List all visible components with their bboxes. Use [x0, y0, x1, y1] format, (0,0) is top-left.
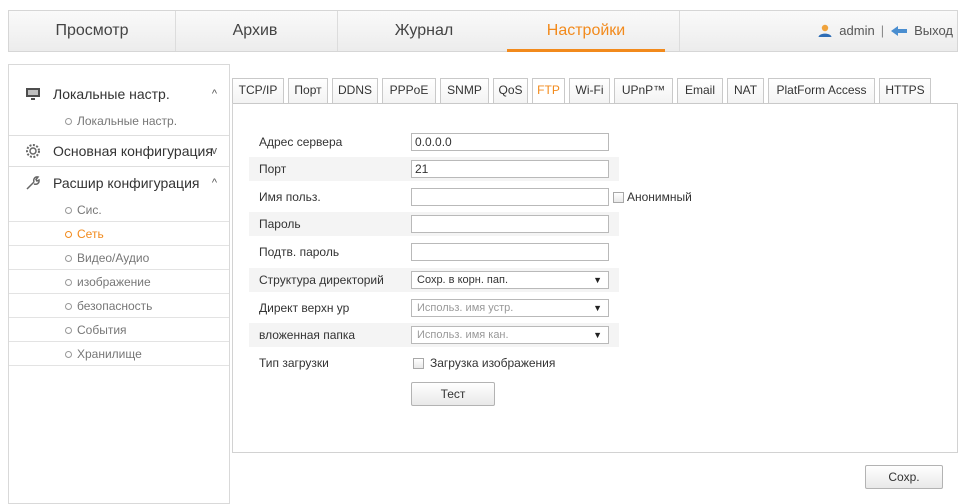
dropdown-arrow-icon: ▼	[593, 330, 602, 340]
upload-picture-checkbox[interactable]	[413, 358, 424, 369]
top-nav-bar: Просмотр Архив Журнал Настройки admin | …	[8, 10, 958, 52]
sidebar-item-security[interactable]: безопасность	[9, 294, 229, 318]
tab-https[interactable]: HTTPS	[879, 78, 931, 103]
child-dir-label: вложенная папка	[259, 328, 356, 342]
form-row-server-address: Адрес сервера	[249, 130, 619, 154]
parent-dir-value: Использ. имя устр.	[417, 302, 514, 314]
nav-tab-live-view[interactable]: Просмотр	[9, 11, 175, 51]
password-input[interactable]	[411, 215, 609, 233]
confirm-password-label: Подтв. пароль	[259, 245, 340, 259]
upload-picture-label: Загрузка изображения	[430, 356, 556, 370]
monitor-icon	[26, 88, 40, 100]
tab-pppoe[interactable]: PPPoE	[382, 78, 436, 103]
anonymous-label: Анонимный	[627, 190, 692, 204]
logout-link[interactable]: Выход	[914, 11, 953, 51]
nav-divider	[337, 11, 338, 51]
chevron-up-icon: ^	[211, 177, 217, 189]
sidebar-section-local[interactable]: Локальные настр. ^	[9, 79, 229, 109]
tab-upnp[interactable]: UPnP™	[614, 78, 673, 103]
user-icon	[818, 24, 832, 37]
sidebar-item-local-config[interactable]: Локальные настр.	[9, 109, 229, 133]
sidebar-section-basic-label: Основная конфигурация	[53, 143, 213, 159]
parent-dir-select[interactable]: Использ. имя устр. ▼	[411, 299, 609, 317]
dir-structure-select[interactable]: Сохр. в корн. пап. ▼	[411, 271, 609, 289]
sidebar-item-storage[interactable]: Хранилище	[9, 342, 229, 366]
sidebar-item-system[interactable]: Сис.	[9, 198, 229, 222]
form-row-username: Имя польз.	[249, 185, 619, 209]
tab-ftp[interactable]: FTP	[532, 78, 565, 104]
dropdown-arrow-icon: ▼	[593, 303, 602, 313]
tab-qos[interactable]: QoS	[493, 78, 528, 103]
confirm-password-input[interactable]	[411, 243, 609, 261]
child-dir-select[interactable]: Использ. имя кан. ▼	[411, 326, 609, 344]
nav-tab-log[interactable]: Журнал	[359, 11, 489, 51]
port-label: Порт	[259, 162, 287, 176]
sidebar-section-basic[interactable]: Основная конфигурация v	[9, 136, 229, 166]
gear-icon	[26, 144, 40, 158]
chevron-down-icon: v	[211, 145, 218, 157]
sidebar-item-image[interactable]: изображение	[9, 270, 229, 294]
logout-icon	[891, 26, 908, 36]
username-label[interactable]: admin	[839, 11, 874, 51]
dir-structure-value: Сохр. в корн. пап.	[417, 274, 509, 286]
nav-tab-configuration[interactable]: Настройки	[507, 11, 665, 52]
nav-divider	[175, 11, 176, 51]
parent-dir-label: Директ верхн ур	[259, 301, 350, 315]
nav-divider	[679, 11, 680, 51]
dir-structure-label: Структура директорий	[259, 273, 384, 287]
server-address-input[interactable]	[411, 133, 609, 151]
port-input[interactable]	[411, 160, 609, 178]
child-dir-value: Использ. имя кан.	[417, 329, 509, 341]
sidebar: Локальные настр. ^ Локальные настр. Осно…	[8, 64, 230, 504]
username-label: Имя польз.	[259, 190, 321, 204]
tab-tcpip[interactable]: TCP/IP	[232, 78, 284, 103]
tab-email[interactable]: Email	[677, 78, 723, 103]
form-row-child-dir: вложенная папка Использ. имя кан. ▼	[249, 323, 619, 347]
tab-snmp[interactable]: SNMP	[440, 78, 489, 103]
sidebar-item-video-audio[interactable]: Видео/Аудио	[9, 246, 229, 270]
tab-port[interactable]: Порт	[288, 78, 328, 103]
tab-platform-access[interactable]: PlatForm Access	[768, 78, 875, 103]
save-button[interactable]: Сохр.	[865, 465, 943, 489]
form-row-dir-structure: Структура директорий Сохр. в корн. пап. …	[249, 268, 619, 292]
password-label: Пароль	[259, 217, 301, 231]
upload-type-label: Тип загрузки	[259, 356, 329, 370]
sidebar-divider	[9, 166, 229, 167]
sidebar-section-advanced[interactable]: Расшир конфигурация ^	[9, 168, 229, 198]
user-separator: |	[880, 23, 885, 38]
nav-tab-playback[interactable]: Архив	[205, 11, 305, 51]
server-address-label: Адрес сервера	[259, 135, 343, 149]
anonymous-checkbox[interactable]	[613, 192, 624, 203]
form-row-parent-dir: Директ верхн ур Использ. имя устр. ▼	[249, 296, 619, 320]
test-button[interactable]: Тест	[411, 382, 495, 406]
wrench-icon	[26, 176, 40, 190]
tab-nat[interactable]: NAT	[727, 78, 764, 103]
username-input[interactable]	[411, 188, 609, 206]
sidebar-section-local-label: Локальные настр.	[53, 86, 170, 102]
form-row-password: Пароль	[249, 212, 619, 236]
chevron-up-icon: ^	[211, 88, 217, 100]
tab-wifi[interactable]: Wi-Fi	[569, 78, 610, 103]
form-row-port: Порт	[249, 157, 619, 181]
user-box: admin | Выход	[817, 11, 953, 51]
form-row-confirm-password: Подтв. пароль	[249, 240, 619, 264]
dropdown-arrow-icon: ▼	[593, 275, 602, 285]
sidebar-item-events[interactable]: События	[9, 318, 229, 342]
sidebar-item-network[interactable]: Сеть	[9, 222, 229, 246]
tab-ddns[interactable]: DDNS	[332, 78, 378, 103]
sidebar-section-advanced-label: Расшир конфигурация	[53, 175, 200, 191]
